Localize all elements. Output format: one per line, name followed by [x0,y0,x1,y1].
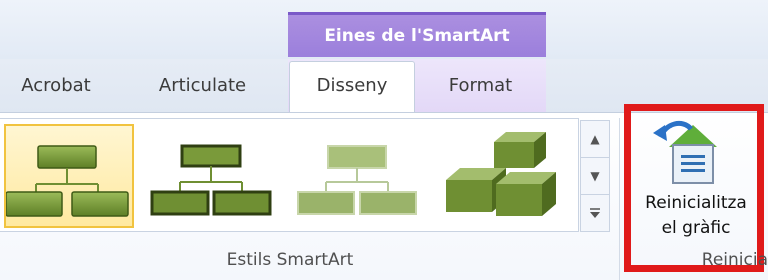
style-item-4[interactable] [436,124,566,228]
scroll-up-button[interactable]: ▲ [580,120,610,158]
contextual-tab-label: Eines de l'SmartArt [324,26,510,46]
style-item-2[interactable] [144,124,274,228]
scroll-down-icon: ▼ [590,169,600,183]
scroll-down-button[interactable]: ▼ [580,157,610,195]
group-label-reset: Reinicia [701,250,768,270]
org-chart-style-2-icon [150,144,272,216]
style-item-1[interactable] [4,124,134,228]
contextual-tab-header: Eines de l'SmartArt [288,12,546,57]
style-item-3[interactable] [290,124,420,228]
org-chart-style-1-icon [5,145,129,217]
tab-articulate[interactable]: Articulate [140,59,265,112]
group-label-styles: Estils SmartArt [226,250,354,270]
group-separator [619,118,620,280]
3d-blocks-icon [446,132,556,216]
scroll-up-icon: ▲ [590,132,600,146]
more-button[interactable] [580,194,610,232]
more-icon [590,208,600,218]
org-chart-style-3-icon [297,145,417,215]
tab-disseny[interactable]: Disseny [289,59,415,112]
tab-acrobat[interactable]: Acrobat [0,59,112,112]
tab-format[interactable]: Format [415,59,546,112]
